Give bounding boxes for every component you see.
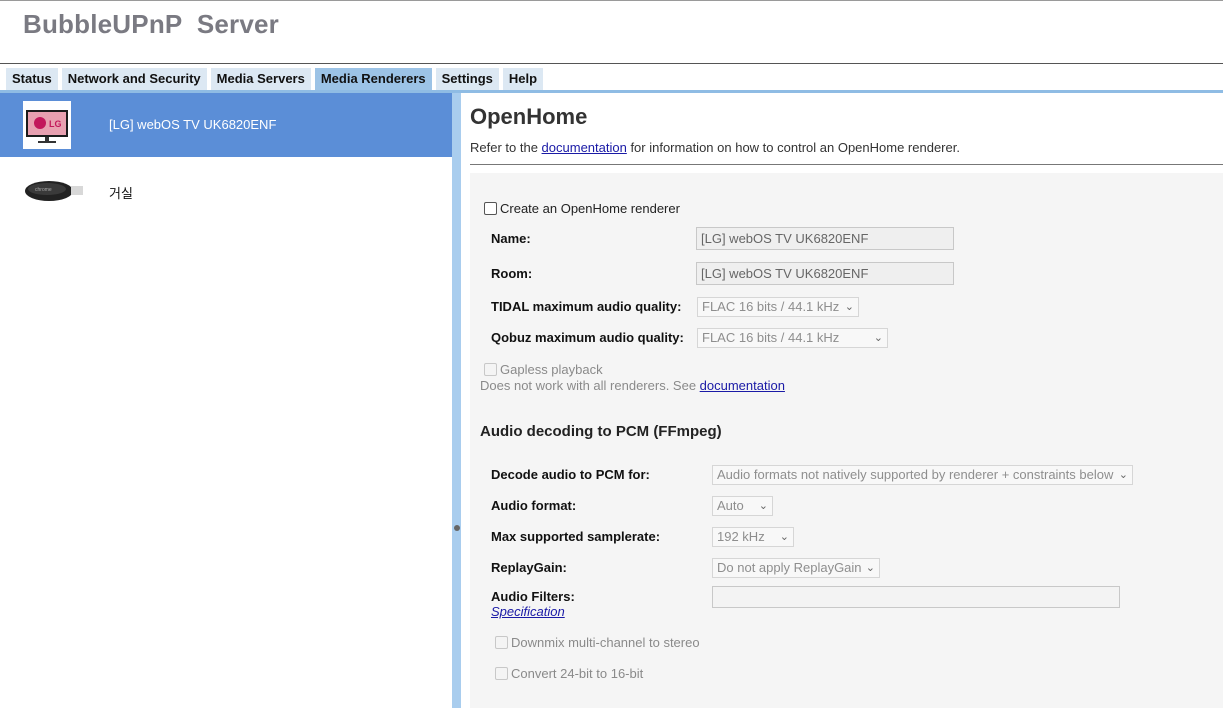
openhome-intro: Refer to the documentation for informati… [470,140,960,155]
room-label: Room: [491,266,533,281]
convert-row: Convert 24-bit to 16-bit [495,666,643,681]
openhome-title: OpenHome [470,104,588,129]
samplerate-select[interactable]: 192 kHz ⌄ [712,527,794,547]
name-field[interactable]: [LG] webOS TV UK6820ENF [696,227,954,250]
gapless-documentation-link[interactable]: documentation [700,378,785,393]
chevron-down-icon: ⌄ [779,531,789,543]
chevron-down-icon: ⌄ [873,332,883,344]
tab-settings[interactable]: Settings [435,68,499,90]
decode-for-label: Decode audio to PCM for: [491,467,650,482]
splitter-grip-icon[interactable] [454,525,460,531]
documentation-link[interactable]: documentation [542,140,627,155]
chevron-down-icon: ⌄ [758,500,768,512]
renderer-item-lg-tv[interactable]: LG [LG] webOS TV UK6820ENF [0,93,452,157]
create-openhome-label: Create an OpenHome renderer [500,201,680,216]
qobuz-quality-value: FLAC 16 bits / 44.1 kHz [702,330,840,345]
tidal-quality-select[interactable]: FLAC 16 bits / 44.1 kHz ⌄ [697,297,859,317]
tidal-quality-value: FLAC 16 bits / 44.1 kHz [702,299,840,314]
audio-filters-field[interactable] [712,586,1120,608]
chevron-down-icon: ⌄ [844,301,854,313]
decoding-title: Audio decoding to PCM (FFmpeg) [480,423,722,440]
gapless-note-text: Does not work with all renderers. See [480,378,700,393]
audio-format-value: Auto [717,498,744,513]
audio-filters-label: Audio Filters: [491,589,575,604]
app-title: BubbleUPnP Server [23,9,279,39]
qobuz-quality-select[interactable]: FLAC 16 bits / 44.1 kHz ⌄ [697,328,888,348]
gapless-label: Gapless playback [500,362,603,377]
create-openhome-row: Create an OpenHome renderer [484,201,680,216]
decode-for-value: Audio formats not natively supported by … [717,467,1114,482]
renderer-name: [LG] webOS TV UK6820ENF [109,117,277,132]
renderer-name: 거실 [109,186,133,201]
chevron-down-icon: ⌄ [1118,469,1128,481]
decode-for-select[interactable]: Audio formats not natively supported by … [712,465,1133,485]
svg-text:LG: LG [49,119,62,129]
create-openhome-checkbox[interactable] [484,202,497,215]
header-rule [0,63,1223,64]
tab-network-and-security[interactable]: Network and Security [61,68,207,90]
tab-status[interactable]: Status [6,68,58,90]
tab-help[interactable]: Help [502,68,544,90]
convert-label: Convert 24-bit to 16-bit [511,666,644,681]
gapless-note: Does not work with all renderers. See do… [480,378,785,393]
svg-text:chrome: chrome [35,187,52,193]
tab-media-renderers[interactable]: Media Renderers [314,68,432,90]
convert-checkbox[interactable] [495,667,508,680]
specification-link[interactable]: Specification [491,604,565,619]
panel-splitter[interactable] [452,93,461,708]
qobuz-quality-label: Qobuz maximum audio quality: [491,330,684,345]
chevron-down-icon: ⌄ [865,562,875,574]
replaygain-select[interactable]: Do not apply ReplayGain ⌄ [712,558,880,578]
samplerate-label: Max supported samplerate: [491,529,661,544]
audio-format-label: Audio format: [491,498,577,513]
lg-tv-icon: LG [23,101,71,149]
name-label: Name: [491,231,531,246]
gapless-row: Gapless playback [484,362,603,377]
top-rule [0,0,1223,1]
renderer-item-living-room[interactable]: chrome 거실 [0,159,452,223]
settings-panel: Create an OpenHome renderer Name: [LG] w… [470,173,1223,708]
intro-rule [470,164,1223,165]
audio-format-select[interactable]: Auto ⌄ [712,496,773,516]
replaygain-label: ReplayGain: [491,560,567,575]
tab-media-servers[interactable]: Media Servers [210,68,311,90]
replaygain-value: Do not apply ReplayGain [717,560,862,575]
samplerate-value: 192 kHz [717,529,765,544]
downmix-row: Downmix multi-channel to stereo [495,635,700,650]
downmix-label: Downmix multi-channel to stereo [511,635,700,650]
downmix-checkbox[interactable] [495,636,508,649]
intro-text-before: Refer to the [470,140,542,155]
tidal-quality-label: TIDAL maximum audio quality: [491,299,682,314]
intro-text-after: for information on how to control an Ope… [626,140,960,155]
main-tabs: Status Network and Security Media Server… [6,68,544,90]
chromecast-icon: chrome [23,167,83,215]
room-field[interactable]: [LG] webOS TV UK6820ENF [696,262,954,285]
renderer-list: LG [LG] webOS TV UK6820ENF chrome 거실 [0,93,452,708]
gapless-checkbox[interactable] [484,363,497,376]
renderer-settings: OpenHome Refer to the documentation for … [461,93,1223,708]
